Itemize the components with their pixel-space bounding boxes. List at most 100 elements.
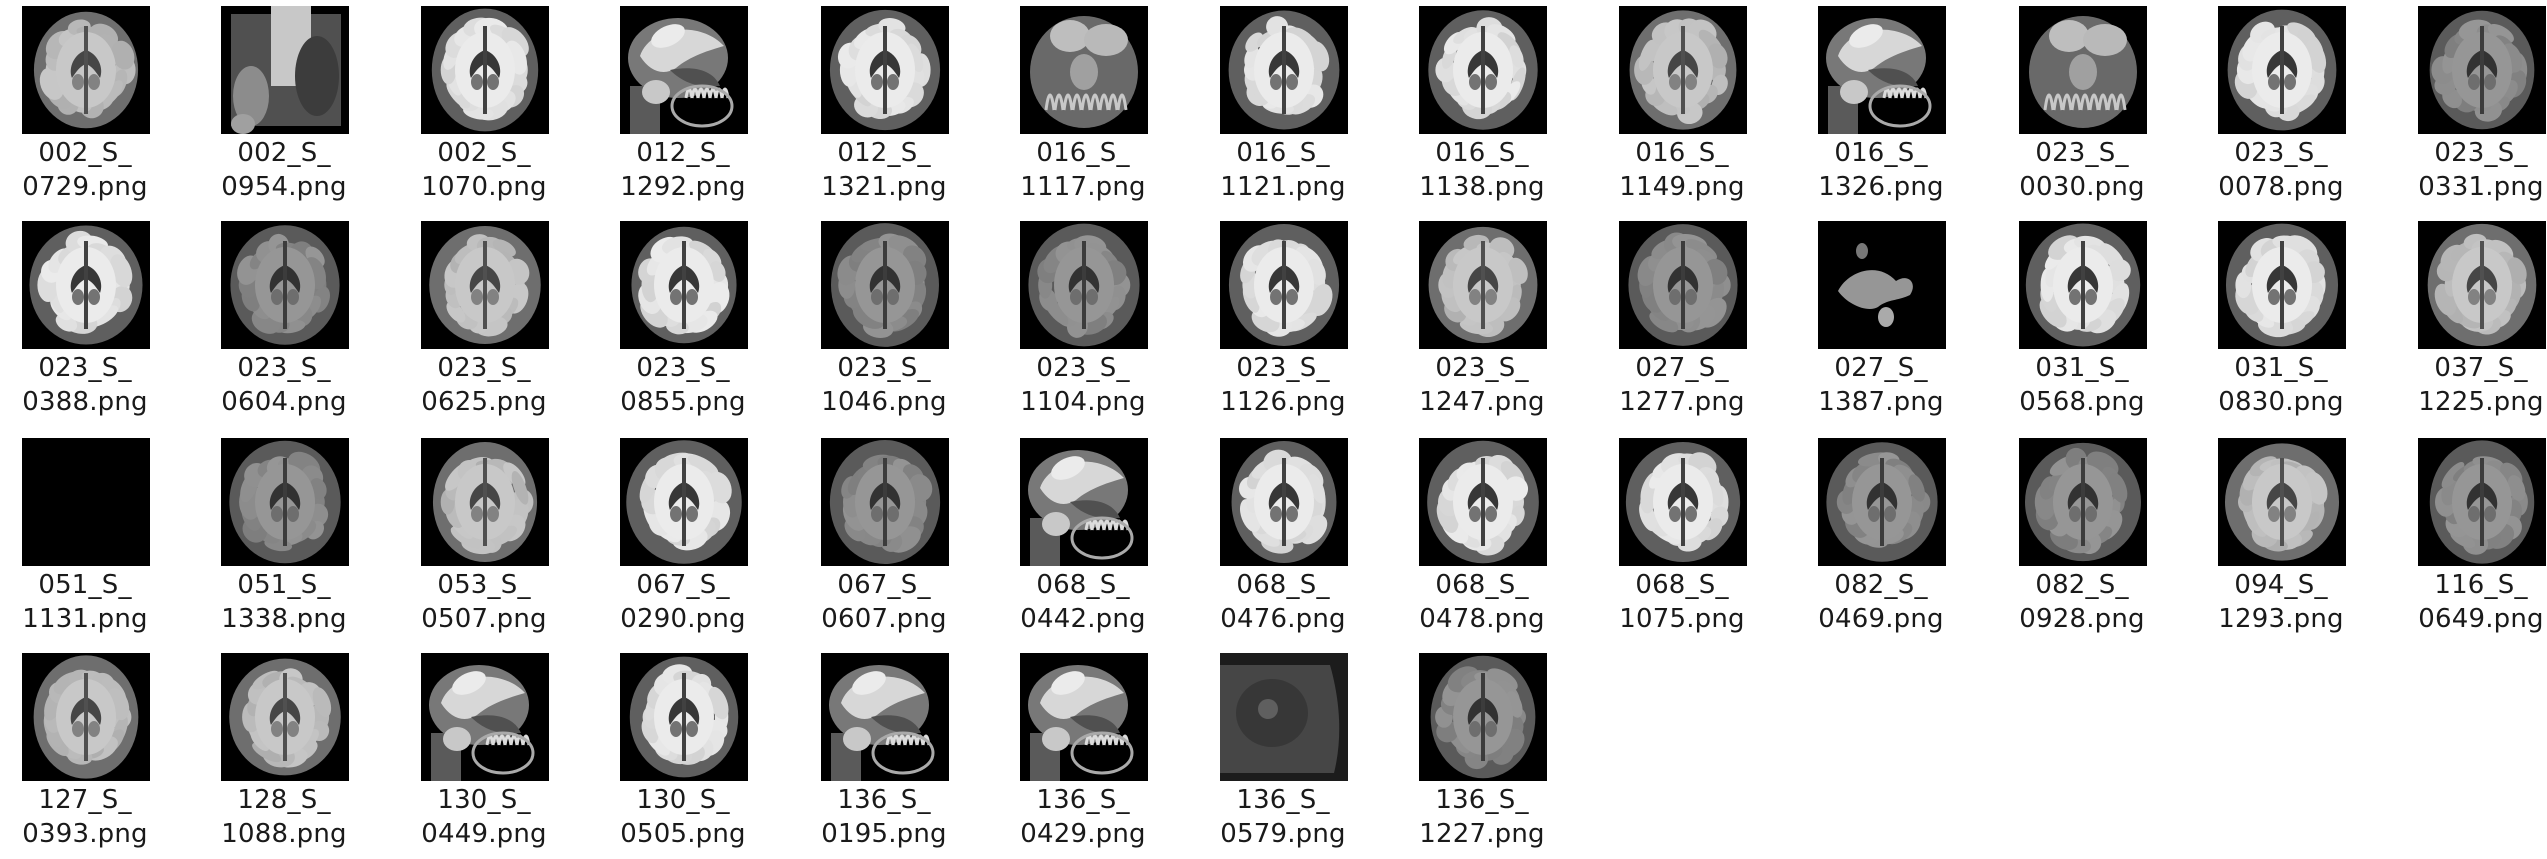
- file-item[interactable]: 016_S_ 1326.png: [1796, 0, 1966, 212]
- file-name-line2: 1104.png: [1020, 387, 1146, 417]
- file-name-line2: 0830.png: [2218, 387, 2344, 417]
- file-item[interactable]: 023_S_ 1126.png: [1198, 215, 1368, 427]
- file-thumbnail: [421, 653, 549, 781]
- file-item[interactable]: 037_S_ 1225.png: [2396, 215, 2547, 427]
- file-name-line2: 0290.png: [620, 604, 746, 634]
- file-name-label: 082_S_ 0469.png: [1796, 568, 1966, 636]
- file-item[interactable]: 016_S_ 1149.png: [1597, 0, 1767, 212]
- file-item[interactable]: 067_S_ 0290.png: [598, 432, 768, 644]
- file-item[interactable]: 127_S_ 0393.png: [0, 647, 170, 859]
- file-name-line1: 023_S_: [2035, 138, 2129, 168]
- file-name-line1: 012_S_: [837, 138, 931, 168]
- file-item[interactable]: 016_S_ 1121.png: [1198, 0, 1368, 212]
- file-name-line2: 0855.png: [620, 387, 746, 417]
- file-thumbnail: [2019, 438, 2147, 566]
- file-item[interactable]: 053_S_ 0507.png: [399, 432, 569, 644]
- file-item[interactable]: 016_S_ 1117.png: [998, 0, 1168, 212]
- file-name-label: 037_S_ 1225.png: [2396, 351, 2547, 419]
- file-thumbnail: [1619, 438, 1747, 566]
- file-thumbnail: [1619, 221, 1747, 349]
- file-thumbnail: [1419, 438, 1547, 566]
- file-item[interactable]: 082_S_ 0928.png: [1997, 432, 2167, 644]
- file-item[interactable]: 016_S_ 1138.png: [1397, 0, 1567, 212]
- file-thumbnail: [1818, 221, 1946, 349]
- file-item[interactable]: 023_S_ 1046.png: [799, 215, 969, 427]
- file-name-label: 002_S_ 1070.png: [399, 136, 569, 204]
- file-item[interactable]: 002_S_ 0729.png: [0, 0, 170, 212]
- file-item[interactable]: 023_S_ 0078.png: [2196, 0, 2366, 212]
- file-name-line2: 1126.png: [1220, 387, 1346, 417]
- file-name-line1: 068_S_: [1036, 570, 1130, 600]
- file-thumbnail: [2418, 438, 2546, 566]
- file-item[interactable]: 023_S_ 1104.png: [998, 215, 1168, 427]
- file-item[interactable]: 051_S_ 1338.png: [199, 432, 369, 644]
- file-item[interactable]: 023_S_ 0625.png: [399, 215, 569, 427]
- file-item[interactable]: 027_S_ 1387.png: [1796, 215, 1966, 427]
- file-name-label: 031_S_ 0568.png: [1997, 351, 2167, 419]
- file-name-line2: 0195.png: [821, 819, 947, 849]
- file-name-line2: 0442.png: [1020, 604, 1146, 634]
- file-item[interactable]: 031_S_ 0568.png: [1997, 215, 2167, 427]
- file-thumbnail: [1020, 438, 1148, 566]
- file-name-line1: 136_S_: [1435, 785, 1529, 815]
- file-thumbnail: [2418, 221, 2546, 349]
- file-name-line2: 0649.png: [2418, 604, 2544, 634]
- file-name-label: 127_S_ 0393.png: [0, 783, 170, 851]
- file-name-line1: 002_S_: [237, 138, 331, 168]
- file-name-line2: 0505.png: [620, 819, 746, 849]
- file-item[interactable]: 051_S_ 1131.png: [0, 432, 170, 644]
- file-name-label: 136_S_ 1227.png: [1397, 783, 1567, 851]
- file-item[interactable]: 136_S_ 0195.png: [799, 647, 969, 859]
- file-name-line1: 016_S_: [1635, 138, 1729, 168]
- file-item[interactable]: 094_S_ 1293.png: [2196, 432, 2366, 644]
- file-thumbnail: [221, 438, 349, 566]
- file-item[interactable]: 068_S_ 0442.png: [998, 432, 1168, 644]
- file-thumbnail: [421, 221, 549, 349]
- file-item[interactable]: 023_S_ 1247.png: [1397, 215, 1567, 427]
- file-name-label: 016_S_ 1149.png: [1597, 136, 1767, 204]
- file-item[interactable]: 068_S_ 0478.png: [1397, 432, 1567, 644]
- file-thumbnail: [1020, 653, 1148, 781]
- file-item[interactable]: 136_S_ 1227.png: [1397, 647, 1567, 859]
- file-name-line2: 0478.png: [1419, 604, 1545, 634]
- file-name-line1: 051_S_: [38, 570, 132, 600]
- file-name-line2: 1326.png: [1818, 172, 1944, 202]
- file-item[interactable]: 082_S_ 0469.png: [1796, 432, 1966, 644]
- file-name-line1: 027_S_: [1834, 353, 1928, 383]
- file-item[interactable]: 002_S_ 0954.png: [199, 0, 369, 212]
- file-name-label: 016_S_ 1138.png: [1397, 136, 1567, 204]
- file-item[interactable]: 130_S_ 0449.png: [399, 647, 569, 859]
- file-grid: 002_S_ 0729.png 002_S_ 0954.png 002_S_ 1070.p…: [0, 0, 2547, 854]
- file-item[interactable]: 136_S_ 0579.png: [1198, 647, 1368, 859]
- file-item[interactable]: 067_S_ 0607.png: [799, 432, 969, 644]
- file-item[interactable]: 023_S_ 0855.png: [598, 215, 768, 427]
- file-item[interactable]: 031_S_ 0830.png: [2196, 215, 2366, 427]
- file-name-line2: 0030.png: [2019, 172, 2145, 202]
- file-item[interactable]: 023_S_ 0388.png: [0, 215, 170, 427]
- file-item[interactable]: 002_S_ 1070.png: [399, 0, 569, 212]
- file-item[interactable]: 023_S_ 0331.png: [2396, 0, 2547, 212]
- file-item[interactable]: 068_S_ 1075.png: [1597, 432, 1767, 644]
- file-item[interactable]: 023_S_ 0030.png: [1997, 0, 2167, 212]
- file-item[interactable]: 068_S_ 0476.png: [1198, 432, 1368, 644]
- file-item[interactable]: 027_S_ 1277.png: [1597, 215, 1767, 427]
- file-name-line1: 130_S_: [437, 785, 531, 815]
- file-item[interactable]: 116_S_ 0649.png: [2396, 432, 2547, 644]
- file-name-label: 051_S_ 1131.png: [0, 568, 170, 636]
- file-item[interactable]: 130_S_ 0505.png: [598, 647, 768, 859]
- file-item[interactable]: 023_S_ 0604.png: [199, 215, 369, 427]
- file-name-label: 016_S_ 1121.png: [1198, 136, 1368, 204]
- file-thumbnail: [1419, 221, 1547, 349]
- file-name-label: 094_S_ 1293.png: [2196, 568, 2366, 636]
- file-name-label: 027_S_ 1277.png: [1597, 351, 1767, 419]
- file-item[interactable]: 012_S_ 1292.png: [598, 0, 768, 212]
- file-item[interactable]: 136_S_ 0429.png: [998, 647, 1168, 859]
- file-name-line1: 082_S_: [1834, 570, 1928, 600]
- file-item[interactable]: 012_S_ 1321.png: [799, 0, 969, 212]
- file-name-line2: 0393.png: [22, 819, 148, 849]
- file-name-line1: 023_S_: [636, 353, 730, 383]
- file-name-line1: 031_S_: [2035, 353, 2129, 383]
- file-name-line2: 1338.png: [221, 604, 347, 634]
- file-item[interactable]: 128_S_ 1088.png: [199, 647, 369, 859]
- file-name-line1: 128_S_: [237, 785, 331, 815]
